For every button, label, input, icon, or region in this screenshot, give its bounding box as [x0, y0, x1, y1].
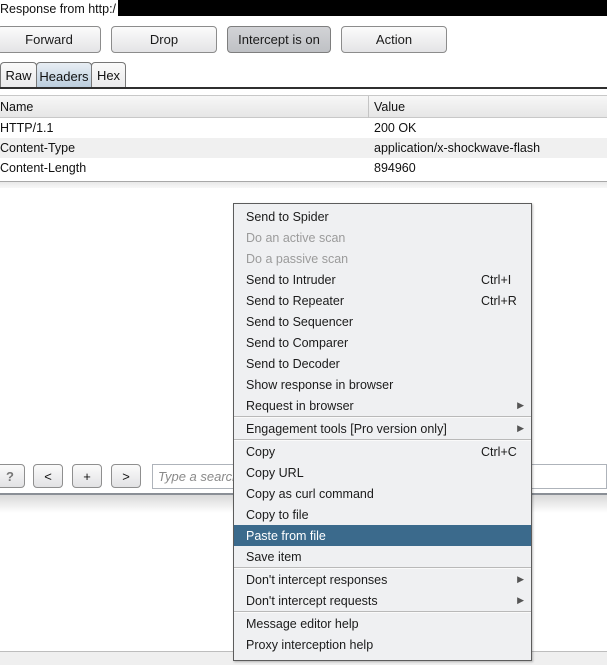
menu-item-label: Send to Intruder — [246, 273, 336, 287]
table-row[interactable]: HTTP/1.1 200 OK — [0, 118, 607, 138]
column-header-name[interactable]: Name — [0, 100, 33, 114]
action-button[interactable]: Action — [341, 26, 447, 53]
menu-item-save-item[interactable]: Save item — [234, 546, 531, 567]
menu-item-do-an-active-scan: Do an active scan — [234, 227, 531, 248]
add-button[interactable]: + — [72, 464, 102, 488]
submenu-arrow-icon: ▶ — [517, 574, 524, 584]
menu-item-send-to-repeater[interactable]: Send to Repeater Ctrl+R — [234, 290, 531, 311]
menu-item-label: Show response in browser — [246, 378, 394, 392]
menu-item-send-to-sequencer[interactable]: Send to Sequencer — [234, 311, 531, 332]
menu-item-request-in-browser[interactable]: Request in browser ▶ — [234, 395, 531, 416]
header-value: 200 OK — [374, 121, 417, 135]
menu-item-send-to-spider[interactable]: Send to Spider — [234, 206, 531, 227]
headers-table: Name Value HTTP/1.1 200 OK Content-Type … — [0, 95, 607, 178]
drop-button[interactable]: Drop — [111, 26, 217, 53]
menu-item-label: Request in browser — [246, 399, 354, 413]
tab-hex[interactable]: Hex — [91, 62, 126, 88]
menu-item-label: Proxy interception help — [246, 638, 374, 652]
menu-item-shortcut: Ctrl+R — [481, 294, 517, 308]
menu-item-proxy-interception-help[interactable]: Proxy interception help — [234, 634, 531, 655]
column-divider[interactable] — [368, 96, 369, 118]
submenu-arrow-icon: ▶ — [517, 400, 524, 410]
table-row[interactable]: Content-Length 894960 — [0, 158, 607, 178]
header-name: Content-Type — [0, 141, 76, 155]
context-menu: Send to Spider Do an active scan Do a pass… — [233, 203, 532, 661]
header-value: application/x-shockwave-flash — [374, 141, 541, 155]
menu-item-label: Send to Sequencer — [246, 315, 354, 329]
menu-item-copy-url[interactable]: Copy URL — [234, 462, 531, 483]
submenu-arrow-icon: ▶ — [517, 595, 524, 605]
menu-item-label: Don't intercept responses — [246, 573, 388, 587]
header-name: Content-Length — [0, 161, 87, 175]
tab-underline — [0, 87, 607, 89]
submenu-arrow-icon: ▶ — [517, 423, 524, 433]
help-button[interactable]: ? — [0, 464, 25, 488]
tab-raw[interactable]: Raw — [0, 62, 37, 88]
menu-item-don-t-intercept-requests[interactable]: Don't intercept requests ▶ — [234, 590, 531, 611]
menu-item-label: Copy as curl command — [246, 487, 374, 501]
menu-item-label: Copy — [246, 445, 276, 459]
menu-item-send-to-decoder[interactable]: Send to Decoder — [234, 353, 531, 374]
menu-item-label: Don't intercept requests — [246, 594, 378, 608]
header-name: HTTP/1.1 — [0, 121, 54, 135]
menu-item-send-to-comparer[interactable]: Send to Comparer — [234, 332, 531, 353]
menu-item-send-to-intruder[interactable]: Send to Intruder Ctrl+I — [234, 269, 531, 290]
proxy-intercept-panel: Response from http:/ Forward Drop Interc… — [0, 0, 607, 665]
menu-item-label: Send to Repeater — [246, 294, 344, 308]
menu-item-label: Send to Decoder — [246, 357, 340, 371]
menu-item-engagement-tools-pro-version-only[interactable]: Engagement tools [Pro version only] ▶ — [234, 418, 531, 439]
header-value: 894960 — [374, 161, 416, 175]
menu-item-label: Engagement tools [Pro version only] — [246, 422, 447, 436]
menu-item-label: Copy to file — [246, 508, 309, 522]
menu-item-shortcut: Ctrl+I — [481, 273, 512, 287]
menu-item-copy-as-curl-command[interactable]: Copy as curl command — [234, 483, 531, 504]
redacted-url — [118, 0, 607, 16]
intercept-toggle-button[interactable]: Intercept is on — [227, 26, 331, 53]
menu-item-label: Do an active scan — [246, 231, 346, 245]
menu-item-label: Copy URL — [246, 466, 304, 480]
menu-item-show-response-in-browser[interactable]: Show response in browser — [234, 374, 531, 395]
table-header: Name Value — [0, 95, 607, 118]
column-header-value[interactable]: Value — [374, 100, 405, 114]
menu-item-label: Paste from file — [246, 529, 326, 543]
menu-item-shortcut: Ctrl+C — [481, 445, 517, 459]
table-splitter[interactable] — [0, 181, 607, 188]
message-tabs: Raw Headers Hex — [0, 62, 607, 89]
menu-item-label: Do a passive scan — [246, 252, 349, 266]
menu-item-label: Send to Comparer — [246, 336, 349, 350]
previous-match-button[interactable]: < — [33, 464, 63, 488]
title-bar: Response from http:/ — [0, 0, 607, 18]
response-title: Response from http:/ — [0, 2, 117, 16]
tab-headers[interactable]: Headers — [36, 62, 92, 89]
menu-item-label: Save item — [246, 550, 302, 564]
menu-item-copy-to-file[interactable]: Copy to file — [234, 504, 531, 525]
forward-button[interactable]: Forward — [0, 26, 101, 53]
menu-item-do-a-passive-scan: Do a passive scan — [234, 248, 531, 269]
next-match-button[interactable]: > — [111, 464, 141, 488]
menu-item-copy[interactable]: Copy Ctrl+C — [234, 441, 531, 462]
table-row[interactable]: Content-Type application/x-shockwave-fla… — [0, 138, 607, 158]
menu-item-message-editor-help[interactable]: Message editor help — [234, 613, 531, 634]
menu-item-paste-from-file[interactable]: Paste from file — [234, 525, 531, 546]
menu-item-label: Send to Spider — [246, 210, 329, 224]
menu-item-don-t-intercept-responses[interactable]: Don't intercept responses ▶ — [234, 569, 531, 590]
menu-item-label: Message editor help — [246, 617, 359, 631]
